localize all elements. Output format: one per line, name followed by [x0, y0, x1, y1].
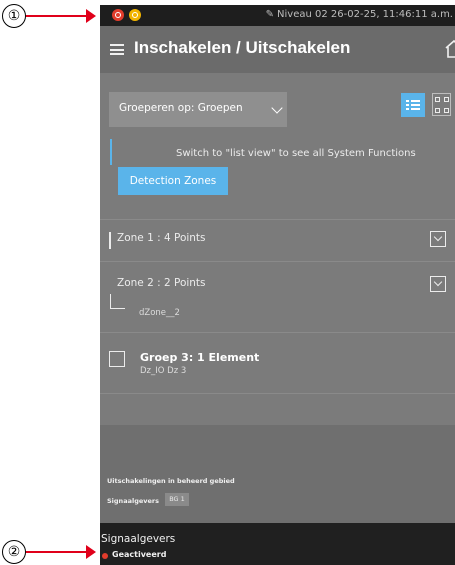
page-title: Inschakelen / Uitschakelen [134, 38, 351, 57]
callout-number-2: ② [2, 540, 26, 564]
divider [100, 332, 455, 333]
status-bar: ✎ Niveau 02 26-02-25, 11:46:11 a.m. [100, 5, 455, 26]
tree-view-icon[interactable] [432, 93, 451, 116]
alarm-icon[interactable] [112, 9, 124, 21]
disablements-row-label: Signaalgevers [107, 497, 159, 505]
divider [100, 393, 455, 394]
disablements-badge[interactable]: BG 1 [165, 493, 189, 506]
info-accent-bar [110, 139, 112, 165]
status-info-text: Niveau 02 26-02-25, 11:46:11 a.m. [277, 9, 453, 20]
callout-arrow-head-2 [86, 545, 96, 559]
callout-2: ② [0, 540, 100, 564]
disablements-title: Uitschakelingen in beheerd gebied [107, 477, 235, 485]
footer-name: Signaalgevers [101, 533, 176, 545]
footer-status: Signaalgevers Geactiveerd [100, 523, 455, 565]
disablements-panel: Uitschakelingen in beheerd gebied Signaa… [100, 425, 455, 523]
zone-2-expand-icon[interactable] [430, 276, 446, 292]
header: Inschakelen / Uitschakelen [100, 26, 455, 73]
callout-arrow-line-1 [26, 15, 88, 17]
zone-2-label[interactable]: Zone 2 : 2 Points [117, 277, 206, 289]
group-by-select[interactable]: Groeperen op: Groepen [109, 92, 287, 127]
list-view-icon[interactable] [401, 93, 425, 117]
zone-2-child-label[interactable]: dZone__2 [139, 308, 180, 318]
fault-icon[interactable] [129, 9, 141, 21]
callout-1: ① [0, 4, 100, 28]
pencil-icon: ✎ [265, 9, 275, 20]
zone-1-label[interactable]: Zone 1 : 4 Points [117, 232, 206, 244]
zone-1-expand-icon[interactable] [430, 231, 446, 247]
divider [100, 261, 455, 262]
tree-connector [110, 294, 125, 309]
chevron-down-icon [271, 102, 283, 114]
group-by-label: Groeperen op: Groepen [119, 102, 243, 114]
home-icon[interactable] [445, 39, 455, 59]
callout-number-1: ① [2, 4, 26, 28]
footer-state: Geactiveerd [112, 550, 167, 559]
callout-arrow-line-2 [26, 551, 88, 553]
menu-icon[interactable] [110, 44, 124, 55]
detection-zones-button[interactable]: Detection Zones [118, 167, 228, 195]
device-screen: ✎ Niveau 02 26-02-25, 11:46:11 a.m. Insch… [100, 5, 455, 565]
group-checkbox[interactable] [109, 351, 125, 367]
zone-1-bar [109, 232, 111, 249]
group-title: Groep 3: 1 Element [140, 351, 260, 364]
status-info: ✎ Niveau 02 26-02-25, 11:46:11 a.m. [266, 9, 453, 20]
callout-arrow-head-1 [86, 9, 96, 23]
info-message: Switch to "list view" to see all System … [176, 148, 416, 159]
status-dot-icon [102, 553, 108, 559]
group-subtitle: Dz_IO Dz 3 [140, 366, 187, 376]
divider [100, 219, 455, 220]
